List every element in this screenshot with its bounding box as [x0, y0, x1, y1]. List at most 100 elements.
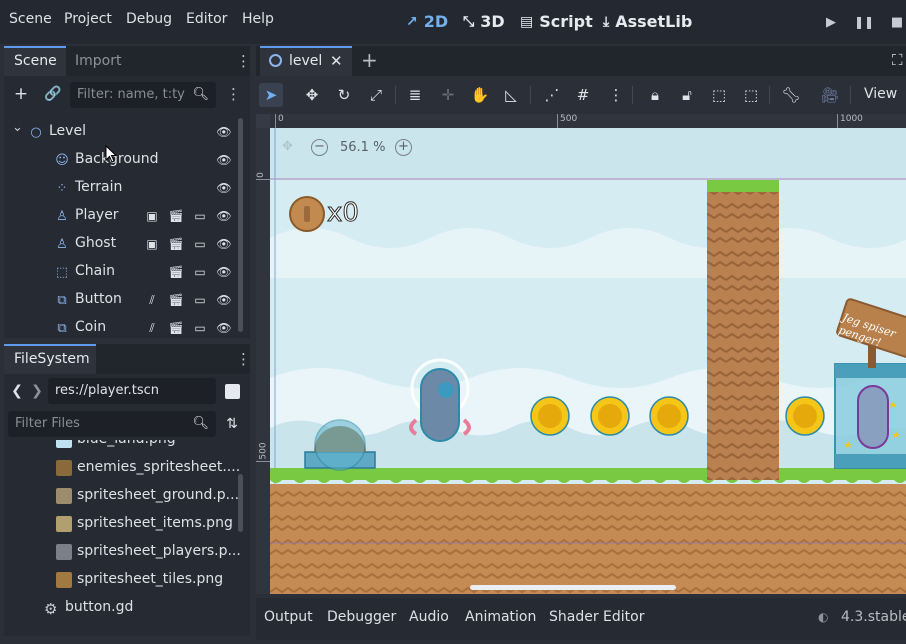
scene-tree-item[interactable]: ☺ Background 👁︎ — [8, 146, 240, 174]
clapper-icon[interactable]: 🎬︎ — [168, 208, 184, 224]
list-select-icon[interactable]: ≣ — [403, 83, 427, 107]
pan-mode-icon[interactable]: ✋ — [468, 83, 492, 107]
rotate-mode-icon[interactable]: ↻ — [332, 83, 356, 107]
visibility-icon[interactable]: 👁︎ — [216, 208, 232, 224]
scene-tree-item[interactable]: ⧉ Button ⫽ 🎬︎ ▭ 👁︎ — [8, 286, 240, 314]
workspace-assetlib-button[interactable]: ⤓ AssetLib — [603, 12, 692, 31]
menu-debug[interactable]: Debug — [126, 11, 172, 27]
tab-scene[interactable]: Scene — [4, 46, 66, 76]
visibility-icon[interactable]: 👁︎ — [216, 320, 232, 336]
workspace-2d-button[interactable]: ↗ 2D — [406, 12, 448, 31]
menu-editor[interactable]: Editor — [186, 11, 227, 27]
bone-icon[interactable]: 🦴︎ — [779, 83, 803, 107]
stop-button[interactable]: ■ — [884, 8, 906, 36]
pivot-icon[interactable]: ✛ — [436, 83, 460, 107]
tab-import[interactable]: Import — [65, 46, 131, 76]
tab-shader-editor[interactable]: Shader Editor — [549, 609, 644, 625]
back-icon[interactable]: ❮ — [10, 379, 24, 403]
clapper-icon[interactable]: 🎬︎ — [168, 292, 184, 308]
clapper-icon[interactable]: 🎬︎ — [168, 264, 184, 280]
zoom-out-icon[interactable]: − — [311, 139, 328, 156]
viewport-h-scrollbar[interactable] — [470, 585, 676, 590]
snap-options-icon[interactable]: ⋮ — [604, 83, 628, 107]
signal-icon[interactable]: ⫽ — [144, 292, 160, 308]
camera-icon[interactable]: 🎥︎ — [818, 83, 842, 107]
script-icon[interactable]: ▭ — [192, 320, 208, 336]
ruler-mode-icon[interactable]: ◺ — [499, 83, 523, 107]
smart-snap-icon[interactable]: ⋰ — [540, 83, 564, 107]
play-button[interactable]: ▶ — [818, 8, 844, 36]
view-menu[interactable]: View — [864, 86, 897, 102]
script-icon[interactable]: ▭ — [192, 264, 208, 280]
tab-debugger[interactable]: Debugger — [327, 609, 396, 625]
new-scene-tab-icon[interactable]: + — [361, 48, 378, 72]
script-icon[interactable]: ▭ — [192, 208, 208, 224]
file-filter-input[interactable]: Filter Files 🔍︎ — [8, 411, 216, 437]
tab-animation[interactable]: Animation — [465, 609, 536, 625]
tab-audio[interactable]: Audio — [409, 609, 449, 625]
scene-tree-scrollbar[interactable] — [238, 118, 243, 332]
path-field[interactable]: res://player.tscn — [48, 378, 216, 404]
split-view-icon[interactable] — [222, 379, 242, 403]
sort-icon[interactable]: ⇅ — [220, 412, 244, 436]
file-list-item[interactable]: spritesheet_tiles.png — [8, 566, 240, 594]
visibility-icon[interactable]: 👁︎ — [216, 236, 232, 252]
zoom-level[interactable]: 56.1 % — [340, 140, 385, 155]
close-icon[interactable]: ✕ — [330, 52, 343, 70]
forward-icon[interactable]: ❯ — [30, 379, 44, 403]
scene-tree-item[interactable]: ⬚ Chain 🎬︎ ▭ 👁︎ — [8, 258, 240, 286]
file-list-item[interactable]: blue_land.png — [8, 440, 240, 454]
script-icon[interactable]: ▭ — [192, 292, 208, 308]
menu-help[interactable]: Help — [242, 11, 274, 27]
scene-tab-level[interactable]: level ✕ — [260, 46, 352, 76]
file-list-item[interactable]: spritesheet_players.p... — [8, 538, 240, 566]
file-list-item[interactable]: enemies_spritesheet.... — [8, 454, 240, 482]
scale-mode-icon[interactable]: ⤢ — [364, 83, 388, 107]
tab-filesystem[interactable]: FileSystem — [4, 344, 96, 374]
workspace-3d-button[interactable]: ⤡ 3D — [463, 12, 505, 31]
unlock-icon[interactable]: 🔓︎ — [675, 83, 699, 107]
area2d-icon: ⧉ — [57, 320, 67, 336]
distraction-free-icon[interactable]: ⛶ — [892, 51, 903, 69]
scene-tree-item[interactable]: ♙ Ghost ▣ 🎬︎ ▭ 👁︎ — [8, 230, 240, 258]
file-list-item[interactable]: ⚙ button.gd — [8, 594, 240, 622]
group-icon[interactable]: ⬚ — [707, 83, 731, 107]
expand-arrow-icon[interactable]: ⌄ — [12, 120, 23, 135]
ungroup-icon[interactable]: ⬚ — [739, 83, 763, 107]
script-icon[interactable]: ▭ — [192, 236, 208, 252]
scene-tree-item[interactable]: ⁘ Terrain 👁︎ — [8, 174, 240, 202]
visibility-icon[interactable]: 👁︎ — [216, 124, 232, 140]
add-node-icon[interactable]: + — [9, 82, 33, 106]
canvas-viewport[interactable]: ✥ − 56.1 % + x0 Jeg spiser penger! — [270, 128, 906, 594]
scene-filter-input[interactable]: Filter: name, t:ty 🔍︎ — [70, 82, 216, 108]
pause-button[interactable]: ❚❚ — [851, 8, 877, 36]
menu-scene[interactable]: Scene — [9, 11, 52, 27]
scene-dock-menu-icon[interactable]: ⋮ — [236, 51, 251, 71]
visibility-icon[interactable]: 👁︎ — [216, 292, 232, 308]
file-list-item[interactable]: spritesheet_items.png — [8, 510, 240, 538]
scene-filter-menu-icon[interactable]: ⋮ — [226, 84, 241, 104]
scene-tree-item[interactable]: ♙ Player ▣ 🎬︎ ▭ 👁︎ — [8, 202, 240, 230]
workspace-script-button[interactable]: ▤ Script — [520, 12, 593, 31]
scene-tree-item[interactable]: ⧉ Coin ⫽ 🎬︎ ▭ 👁︎ — [8, 314, 240, 336]
tab-output[interactable]: Output — [264, 609, 313, 625]
zoom-in-icon[interactable]: + — [395, 139, 412, 156]
link-icon[interactable]: 🔗 — [41, 82, 65, 106]
instance-icon[interactable]: ▣ — [144, 236, 160, 252]
visibility-icon[interactable]: 👁︎ — [216, 152, 232, 168]
scene-tree-item[interactable]: ⌄ ○ Level 👁︎ — [8, 118, 240, 146]
menu-project[interactable]: Project — [64, 11, 112, 27]
lock-icon[interactable]: 🔒︎ — [643, 83, 667, 107]
instance-icon[interactable]: ▣ — [144, 208, 160, 224]
file-list-item[interactable]: spritesheet_ground.p... — [8, 482, 240, 510]
filesystem-dock-menu-icon[interactable]: ⋮ — [236, 349, 251, 369]
grid-snap-icon[interactable]: # — [571, 83, 595, 107]
move-mode-icon[interactable]: ✥ — [300, 83, 324, 107]
visibility-icon[interactable]: 👁︎ — [216, 180, 232, 196]
file-list-scrollbar[interactable] — [238, 474, 243, 532]
clapper-icon[interactable]: 🎬︎ — [168, 236, 184, 252]
signal-icon[interactable]: ⫽ — [144, 320, 160, 336]
select-mode-icon[interactable]: ➤ — [259, 83, 283, 107]
clapper-icon[interactable]: 🎬︎ — [168, 320, 184, 336]
visibility-icon[interactable]: 👁︎ — [216, 264, 232, 280]
